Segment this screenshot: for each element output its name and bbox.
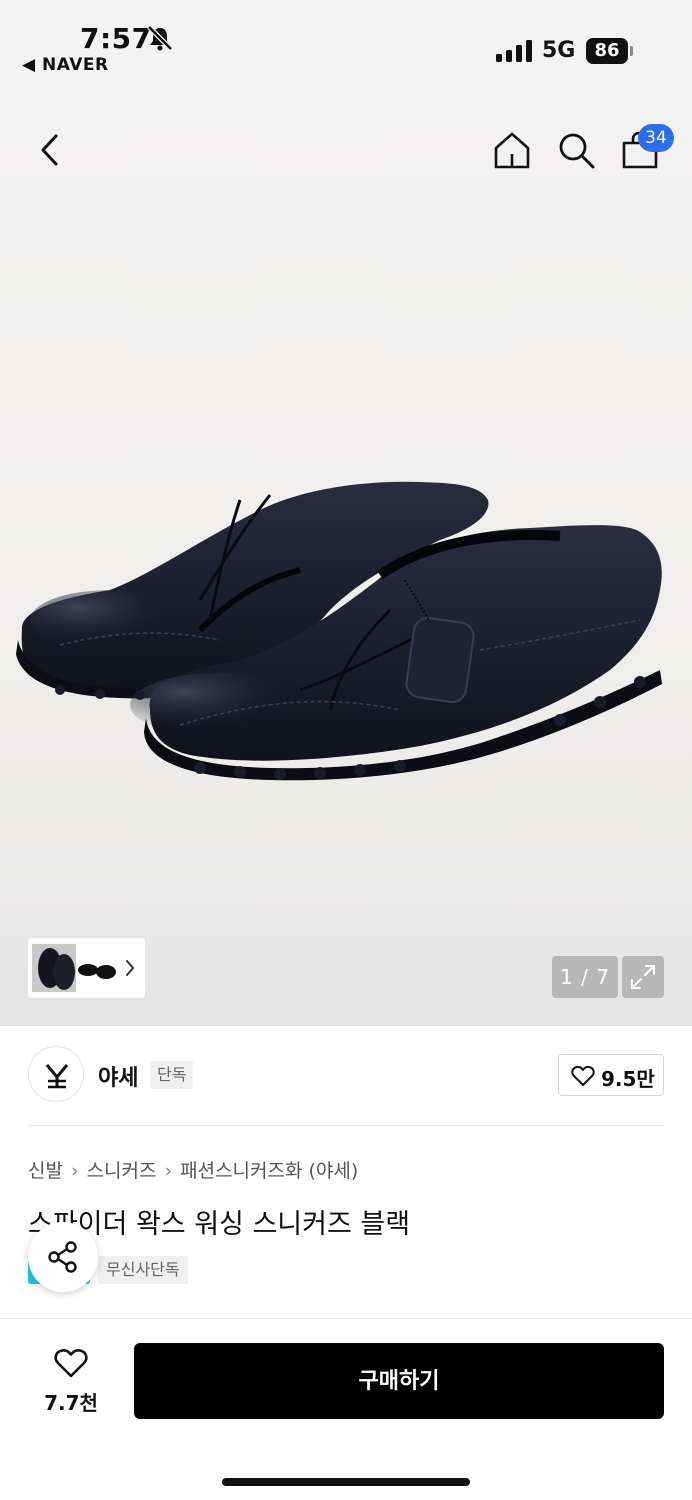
- product-image-area[interactable]: 34 1 / 7: [0, 90, 692, 1026]
- divider: [28, 1125, 664, 1126]
- thumbnail-image[interactable]: [76, 944, 120, 992]
- breadcrumb-separator-icon: ›: [70, 1160, 79, 1182]
- battery-indicator: 86: [586, 38, 628, 64]
- image-counter: 1 / 7: [552, 956, 618, 998]
- bottom-action-bar: 7.7천 구매하기: [0, 1318, 692, 1500]
- battery-tip: [630, 46, 633, 56]
- share-button[interactable]: [28, 1222, 98, 1292]
- thumbnail-strip[interactable]: [28, 938, 145, 998]
- expand-icon: [631, 965, 655, 989]
- brand-name[interactable]: 야세: [98, 1060, 138, 1092]
- bell-muted-icon: [147, 25, 173, 51]
- status-time: 7:57: [80, 22, 152, 55]
- heart-icon: [571, 1065, 595, 1086]
- brand-row: 야세 단독 9.5만: [0, 1026, 692, 1126]
- cart-count-badge: 34: [638, 124, 674, 152]
- breadcrumb-item[interactable]: 패션스니커즈화 (야세): [180, 1160, 358, 1182]
- wishlist-button[interactable]: 7.7천: [36, 1347, 106, 1417]
- brand-logo-mark-icon: [45, 1064, 69, 1089]
- breadcrumb-item[interactable]: 스니커즈: [87, 1160, 157, 1182]
- brand-logo[interactable]: [28, 1046, 84, 1102]
- musinsa-exclusive-tag: 무신사단독: [98, 1256, 188, 1284]
- wishlist-count: 7.7천: [44, 1391, 98, 1415]
- breadcrumb: 신발 › 스니커즈 › 패션스니커즈화 (야세): [28, 1156, 358, 1183]
- product-photo-sneakers: [16, 481, 662, 781]
- breadcrumb-item[interactable]: 신발: [28, 1160, 63, 1182]
- brand-exclusive-tag: 단독: [150, 1061, 194, 1089]
- back-arrow-icon[interactable]: [32, 130, 68, 170]
- search-icon[interactable]: [556, 130, 596, 170]
- back-to-app-link[interactable]: ◀ NAVER: [22, 55, 109, 75]
- share-icon: [48, 1241, 77, 1273]
- heart-icon: [54, 1349, 88, 1378]
- chevron-right-icon[interactable]: [122, 956, 138, 980]
- buy-button[interactable]: 구매하기: [134, 1343, 664, 1419]
- home-indicator: [222, 1478, 470, 1486]
- expand-button[interactable]: [622, 956, 664, 998]
- breadcrumb-separator-icon: ›: [164, 1160, 173, 1182]
- signal-icon: [496, 40, 532, 62]
- network-label: 5G: [542, 38, 576, 63]
- brand-like-button[interactable]: 9.5만: [558, 1054, 664, 1096]
- home-icon[interactable]: [492, 130, 532, 170]
- thumbnail-image[interactable]: [32, 944, 78, 992]
- brand-like-count: 9.5만: [601, 1067, 655, 1091]
- status-bar: 7:57 ◀ NAVER 5G 86: [0, 0, 692, 90]
